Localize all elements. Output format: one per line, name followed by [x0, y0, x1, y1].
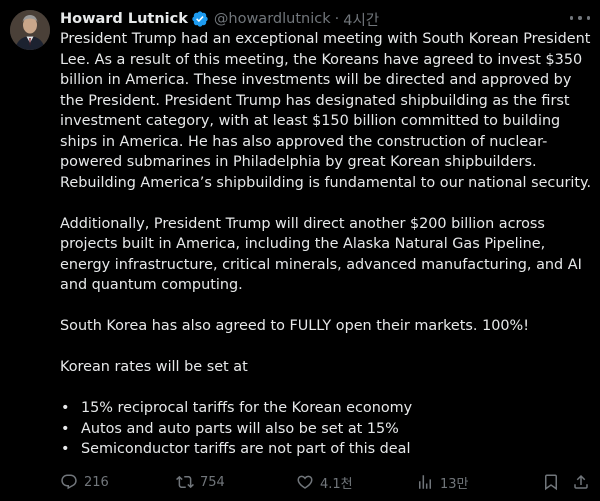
avatar[interactable] [10, 10, 50, 50]
paragraph-1: President Trump had an exceptional meeti… [60, 31, 592, 191]
tweet-header: Howard Lutnick @howardlutnick · 4시간 [60, 9, 379, 29]
views-button[interactable]: 13만 [416, 472, 469, 492]
action-bar: 216 754 4.1천 13만 [60, 472, 600, 492]
timestamp[interactable]: 4시간 [343, 9, 379, 30]
repost-count: 754 [200, 474, 225, 490]
bookmark-button[interactable] [542, 472, 560, 492]
share-icon [574, 474, 588, 489]
like-button[interactable]: 4.1천 [296, 472, 353, 492]
author-name[interactable]: Howard Lutnick [60, 11, 188, 27]
paragraph-3: South Korea has also agreed to FULLY ope… [60, 318, 529, 334]
list-item: 15% reciprocal tariffs for the Korean ec… [60, 398, 592, 419]
views-count: 13만 [440, 476, 469, 492]
heart-icon [297, 475, 313, 489]
reply-icon [61, 474, 77, 490]
views-icon [419, 475, 431, 489]
repost-icon [176, 475, 194, 489]
list-item: Autos and auto parts will also be set at… [60, 419, 592, 440]
reply-count: 216 [84, 474, 109, 490]
more-options-icon[interactable] [570, 10, 590, 26]
paragraph-4: Korean rates will be set at [60, 359, 248, 375]
tariff-list: 15% reciprocal tariffs for the Korean ec… [60, 398, 592, 460]
tweet: Howard Lutnick @howardlutnick · 4시간 Pres… [0, 0, 600, 501]
like-count: 4.1천 [320, 476, 353, 492]
share-button[interactable] [572, 472, 590, 492]
avatar-image [10, 10, 50, 50]
separator-dot: · [334, 11, 340, 27]
bookmark-icon [545, 474, 557, 491]
tweet-text: President Trump had an exceptional meeti… [60, 29, 592, 460]
list-item: Semiconductor tariffs are not part of th… [60, 439, 592, 460]
paragraph-2: Additionally, President Trump will direc… [60, 215, 582, 294]
repost-button[interactable]: 754 [176, 472, 225, 492]
author-handle[interactable]: @howardlutnick [214, 11, 331, 27]
verified-badge-icon [191, 10, 209, 28]
reply-button[interactable]: 216 [60, 472, 109, 492]
